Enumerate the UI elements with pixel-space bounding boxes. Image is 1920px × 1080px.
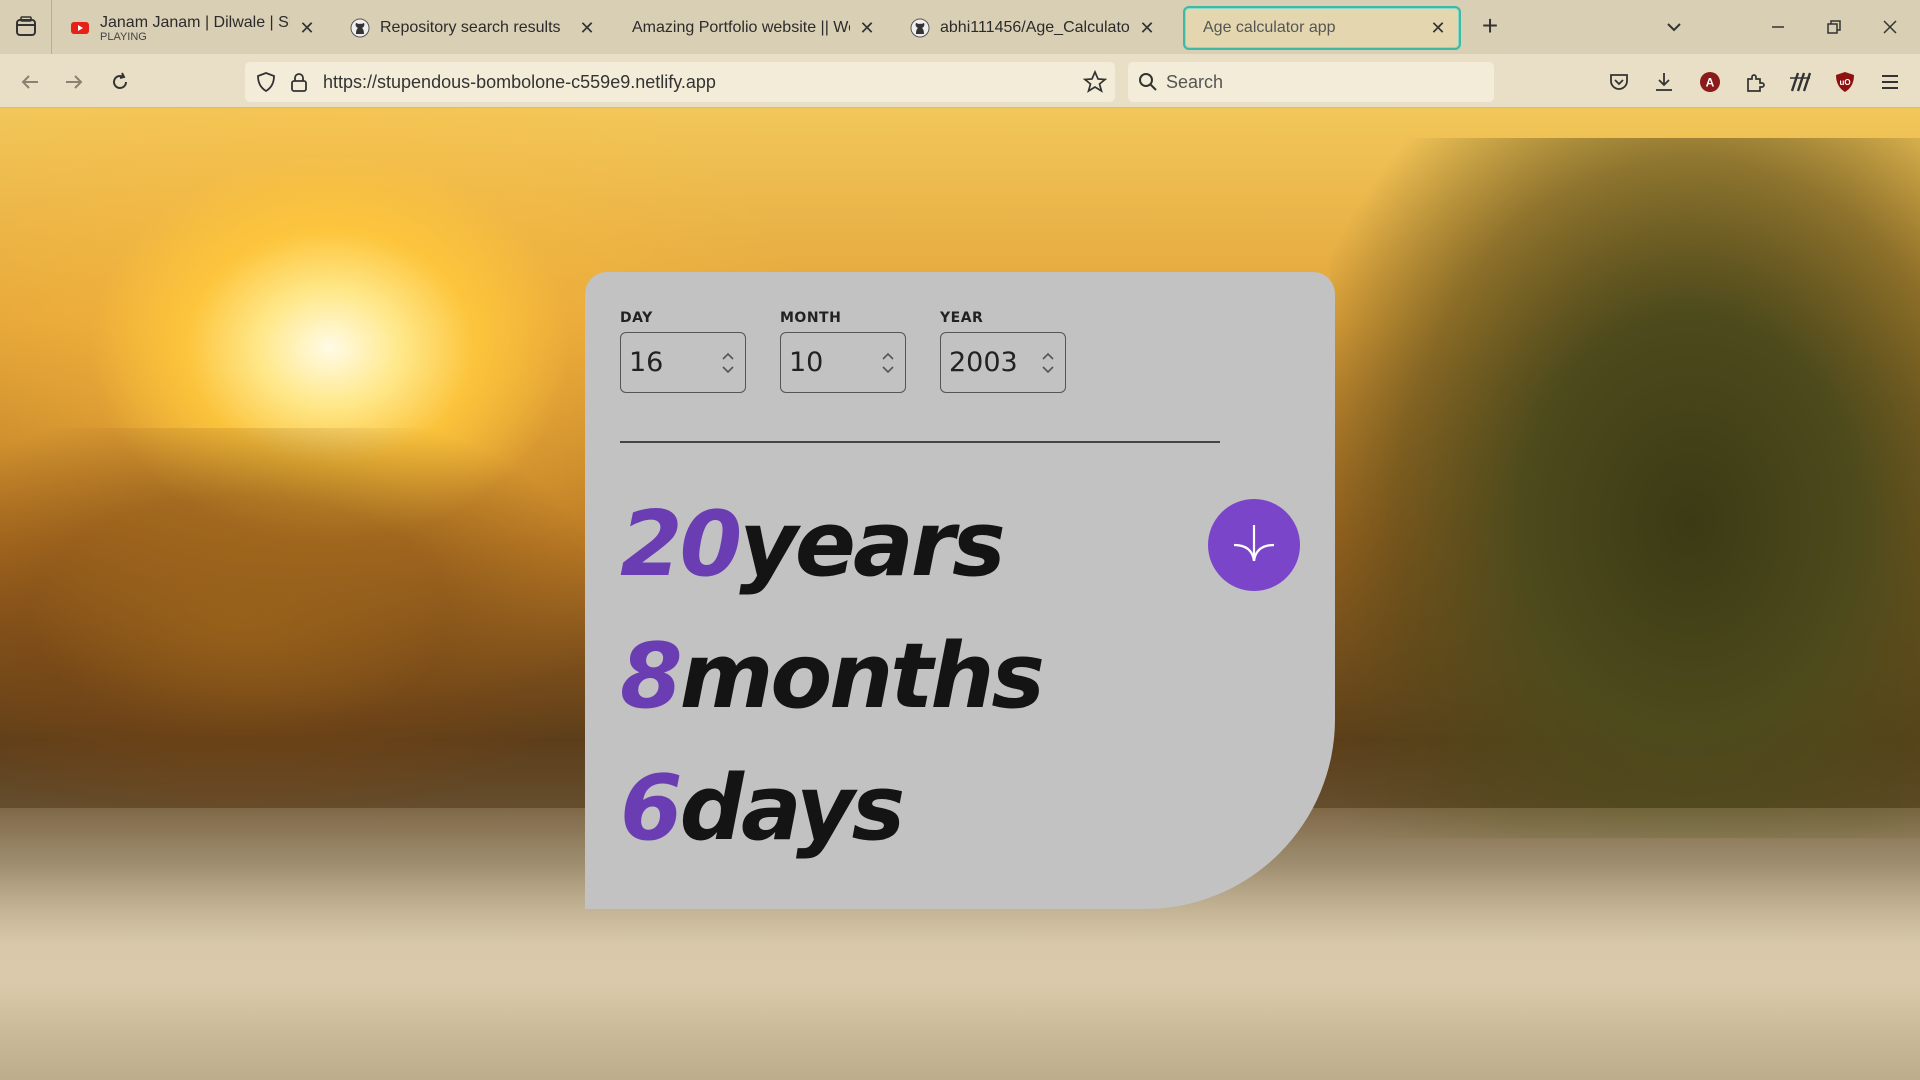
search-bar[interactable]: Search bbox=[1128, 62, 1494, 102]
tab-title: Janam Janam | Dilwale | Slowed bbox=[100, 13, 290, 31]
page-viewport: DAY 16 MONTH 10 YEAR 2003 20years 8month… bbox=[0, 108, 1920, 1080]
month-input[interactable]: 10 bbox=[780, 332, 906, 393]
extensions-button[interactable] bbox=[1739, 66, 1771, 98]
reload-button[interactable] bbox=[104, 66, 136, 98]
address-bar[interactable]: https://stupendous-bombolone-c559e9.netl… bbox=[245, 62, 1115, 102]
svg-text:A: A bbox=[1706, 76, 1715, 90]
tab-title: abhi111456/Age_Calculator_Ap bbox=[940, 19, 1130, 36]
day-label: DAY bbox=[620, 310, 653, 326]
ublock-button[interactable]: uO bbox=[1829, 66, 1861, 98]
chevron-down-icon bbox=[1667, 23, 1681, 32]
month-spinner[interactable] bbox=[881, 352, 895, 374]
navigation-toolbar: https://stupendous-bombolone-c559e9.netl… bbox=[0, 54, 1920, 108]
day-field: DAY 16 bbox=[620, 310, 746, 393]
github-icon bbox=[350, 18, 370, 38]
github-icon bbox=[910, 18, 930, 38]
hamburger-menu-icon bbox=[1882, 75, 1898, 89]
years-unit: years bbox=[739, 492, 1005, 597]
svg-text:uO: uO bbox=[1839, 78, 1850, 87]
day-spinner[interactable] bbox=[721, 352, 735, 374]
tab-age-calculator[interactable]: Age calculator app ✕ bbox=[1183, 6, 1461, 50]
list-all-tabs-button[interactable] bbox=[1656, 10, 1692, 44]
background-forest bbox=[1330, 138, 1920, 838]
restore-button[interactable] bbox=[1816, 10, 1852, 44]
tab-playing-label: PLAYING bbox=[100, 30, 147, 43]
close-window-button[interactable] bbox=[1872, 10, 1908, 44]
tab-youtube[interactable]: Janam Janam | Dilwale | Slowed PLAYING ✕ bbox=[60, 6, 328, 50]
ublock-origin-icon: uO bbox=[1836, 72, 1854, 92]
tab-title: Amazing Portfolio website || Web A bbox=[632, 19, 850, 36]
months-number: 8 bbox=[620, 624, 683, 729]
days-number: 6 bbox=[620, 756, 683, 861]
month-field: MONTH 10 bbox=[780, 310, 906, 393]
back-button[interactable] bbox=[14, 66, 46, 98]
menu-button[interactable] bbox=[1874, 66, 1906, 98]
months-unit: months bbox=[679, 624, 1045, 729]
restore-icon bbox=[1827, 20, 1841, 34]
arrow-left-icon bbox=[21, 75, 38, 89]
years-result: 20years bbox=[620, 500, 1006, 590]
reload-icon bbox=[113, 72, 127, 89]
tab-repository-search[interactable]: Repository search results ✕ bbox=[340, 6, 608, 50]
downloads-button[interactable] bbox=[1648, 66, 1680, 98]
download-icon bbox=[1656, 73, 1672, 91]
search-icon bbox=[1139, 73, 1157, 91]
spinner-down-icon[interactable] bbox=[722, 366, 734, 374]
months-result: 8months bbox=[620, 632, 1045, 722]
tab-bar: Janam Janam | Dilwale | Slowed PLAYING ✕… bbox=[0, 0, 1920, 54]
tab-title: Age calculator app bbox=[1203, 19, 1336, 36]
year-field: YEAR 2003 bbox=[940, 310, 1066, 393]
close-tab-icon[interactable]: ✕ bbox=[856, 17, 878, 39]
puzzle-icon bbox=[1747, 74, 1765, 92]
bookmark-star-icon[interactable] bbox=[1083, 70, 1107, 94]
tab-github-repo[interactable]: abhi111456/Age_Calculator_Ap ✕ bbox=[900, 6, 1168, 50]
close-tab-icon[interactable]: ✕ bbox=[576, 17, 598, 39]
days-unit: days bbox=[679, 756, 906, 861]
year-spinner[interactable] bbox=[1041, 352, 1055, 374]
years-number: 20 bbox=[620, 492, 742, 597]
spinner-up-icon[interactable] bbox=[882, 352, 894, 360]
year-value: 2003 bbox=[949, 347, 1018, 378]
spinner-down-icon[interactable] bbox=[1042, 366, 1054, 374]
year-input[interactable]: 2003 bbox=[940, 332, 1066, 393]
forward-button[interactable] bbox=[58, 66, 90, 98]
calculate-button[interactable] bbox=[1208, 499, 1300, 591]
background-trees bbox=[0, 428, 600, 808]
arrow-down-icon bbox=[1233, 525, 1275, 562]
pocket-icon bbox=[1610, 74, 1628, 90]
minimize-icon bbox=[1772, 26, 1784, 28]
spinner-down-icon[interactable] bbox=[882, 366, 894, 374]
close-tab-icon[interactable]: ✕ bbox=[1427, 17, 1449, 39]
extension-button[interactable] bbox=[1784, 66, 1816, 98]
month-label: MONTH bbox=[780, 310, 842, 326]
close-tab-icon[interactable]: ✕ bbox=[296, 17, 318, 39]
pocket-button[interactable] bbox=[1603, 66, 1635, 98]
tab-title: Repository search results bbox=[380, 19, 561, 36]
month-value: 10 bbox=[789, 347, 824, 378]
minimize-button[interactable] bbox=[1760, 10, 1796, 44]
account-button[interactable]: A bbox=[1694, 66, 1726, 98]
age-calculator-card: DAY 16 MONTH 10 YEAR 2003 20years 8month… bbox=[585, 272, 1335, 909]
lock-icon[interactable] bbox=[289, 71, 309, 93]
tracking-shield-icon[interactable] bbox=[255, 71, 277, 93]
day-value: 16 bbox=[629, 347, 664, 378]
spinner-up-icon[interactable] bbox=[1042, 352, 1054, 360]
year-label: YEAR bbox=[940, 310, 984, 326]
url-text: https://stupendous-bombolone-c559e9.netl… bbox=[323, 71, 716, 92]
firefox-view-icon bbox=[15, 16, 36, 36]
days-result: 6days bbox=[620, 764, 905, 854]
arrow-right-icon bbox=[66, 75, 83, 89]
new-tab-button[interactable]: + bbox=[1475, 12, 1505, 42]
search-placeholder: Search bbox=[1166, 72, 1224, 92]
day-input[interactable]: 16 bbox=[620, 332, 746, 393]
youtube-icon bbox=[71, 22, 89, 34]
tab-portfolio-video[interactable]: Amazing Portfolio website || Web A ✕ bbox=[620, 6, 888, 50]
close-tab-icon[interactable]: ✕ bbox=[1136, 17, 1158, 39]
spinner-up-icon[interactable] bbox=[722, 352, 734, 360]
extension-stripes-icon bbox=[1790, 72, 1812, 92]
divider-line bbox=[620, 441, 1220, 443]
firefox-view-button[interactable] bbox=[0, 0, 52, 54]
avatar-icon: A bbox=[1700, 72, 1720, 92]
close-icon bbox=[1883, 20, 1897, 34]
